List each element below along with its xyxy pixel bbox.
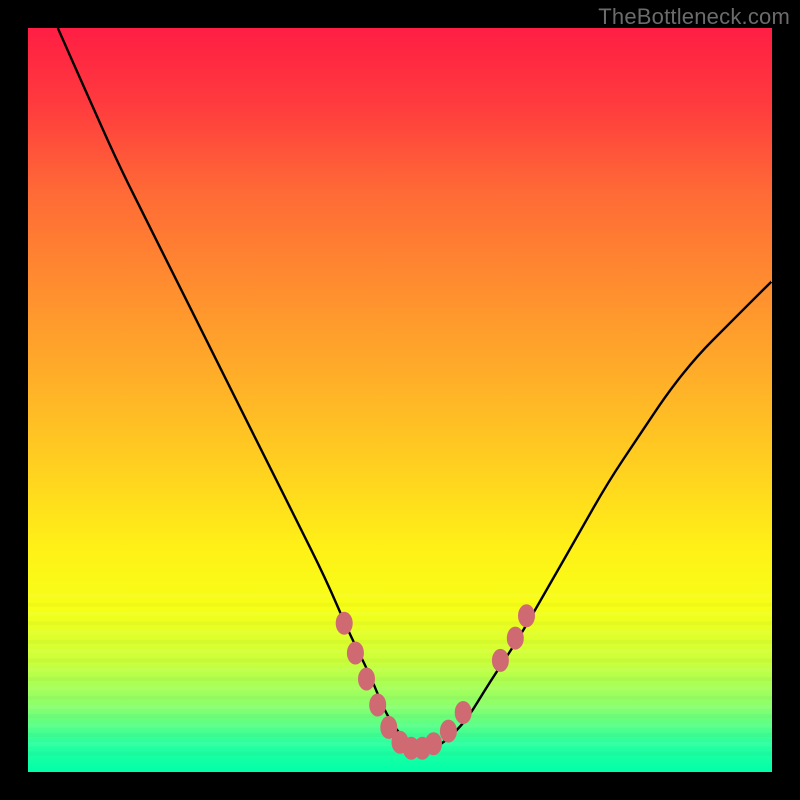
marker-dot (336, 612, 352, 634)
watermark-text: TheBottleneck.com (598, 4, 790, 30)
marker-dot (519, 605, 535, 627)
chart-frame: TheBottleneck.com (0, 0, 800, 800)
marker-dot (507, 627, 523, 649)
marker-dot (440, 720, 456, 742)
plot-svg (28, 28, 772, 772)
marker-dot (492, 649, 508, 671)
marker-dot (426, 733, 442, 755)
marker-dot (370, 694, 386, 716)
plot-area (28, 28, 772, 772)
marker-dot (455, 702, 471, 724)
marker-dot (359, 668, 375, 690)
marker-dot (347, 642, 363, 664)
